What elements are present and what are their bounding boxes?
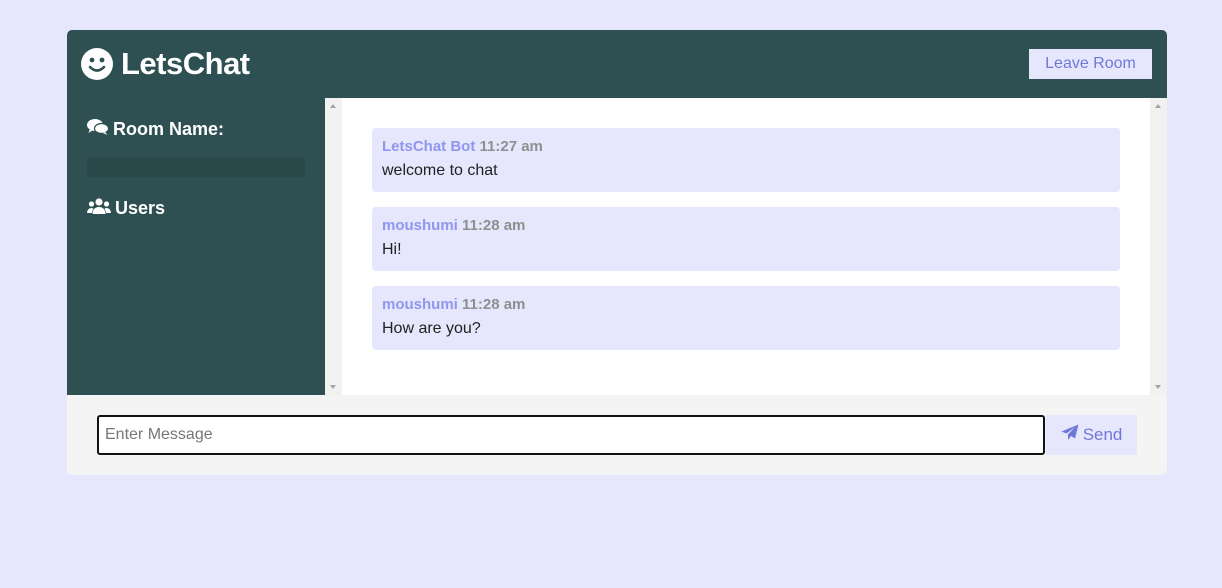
comments-icon	[87, 118, 113, 141]
room-name-label: Room Name:	[113, 119, 225, 139]
smiley-icon	[81, 48, 113, 80]
message-username: LetsChat Bot	[382, 138, 476, 155]
scroll-down-arrow-icon[interactable]	[330, 385, 336, 389]
send-label: Send	[1082, 425, 1123, 444]
message-meta: moushumi 11:28 am	[382, 217, 1110, 234]
users-scrollbar[interactable]	[325, 98, 342, 395]
leave-room-button[interactable]: Leave Room	[1029, 49, 1152, 79]
messages-panel: LetsChat Bot 11:27 am welcome to chat mo…	[325, 98, 1167, 395]
app-header: LetsChat Leave Room	[67, 30, 1167, 98]
message-item: moushumi 11:28 am Hi!	[372, 207, 1120, 271]
message-composer: Send	[67, 395, 1167, 475]
messages-scrollbar[interactable]	[1150, 98, 1167, 395]
message-meta: moushumi 11:28 am	[382, 296, 1110, 313]
message-input[interactable]	[97, 415, 1046, 455]
message-time: 11:28 am	[462, 217, 526, 234]
message-username: moushumi	[382, 217, 458, 234]
message-text: welcome to chat	[382, 162, 498, 179]
room-name-value	[87, 157, 305, 177]
scroll-down-arrow-icon[interactable]	[1155, 385, 1161, 389]
users-heading: Users	[87, 197, 305, 220]
message-username: moushumi	[382, 296, 458, 313]
app-title: LetsChat	[121, 46, 250, 81]
main-area: Room Name: Users LetsChat Bot 11:27 am w…	[67, 98, 1167, 395]
chat-app: LetsChat Leave Room Room Name: Users Let…	[67, 30, 1167, 475]
paper-plane-icon	[1061, 424, 1083, 446]
users-label: Users	[115, 198, 166, 218]
room-name-heading: Room Name:	[87, 118, 305, 141]
users-icon	[87, 197, 115, 220]
scroll-up-arrow-icon[interactable]	[1155, 104, 1161, 108]
scroll-up-arrow-icon[interactable]	[330, 104, 336, 108]
message-list: LetsChat Bot 11:27 am welcome to chat mo…	[342, 98, 1150, 395]
message-meta: LetsChat Bot 11:27 am	[382, 138, 1110, 155]
message-text: Hi!	[382, 241, 402, 258]
message-item: moushumi 11:28 am How are you?	[372, 286, 1120, 350]
sidebar: Room Name: Users	[67, 98, 325, 395]
send-button[interactable]: Send	[1046, 415, 1137, 455]
message-item: LetsChat Bot 11:27 am welcome to chat	[372, 128, 1120, 192]
message-time: 11:27 am	[479, 138, 543, 155]
message-time: 11:28 am	[462, 296, 526, 313]
brand: LetsChat	[81, 46, 250, 82]
message-text: How are you?	[382, 320, 481, 337]
